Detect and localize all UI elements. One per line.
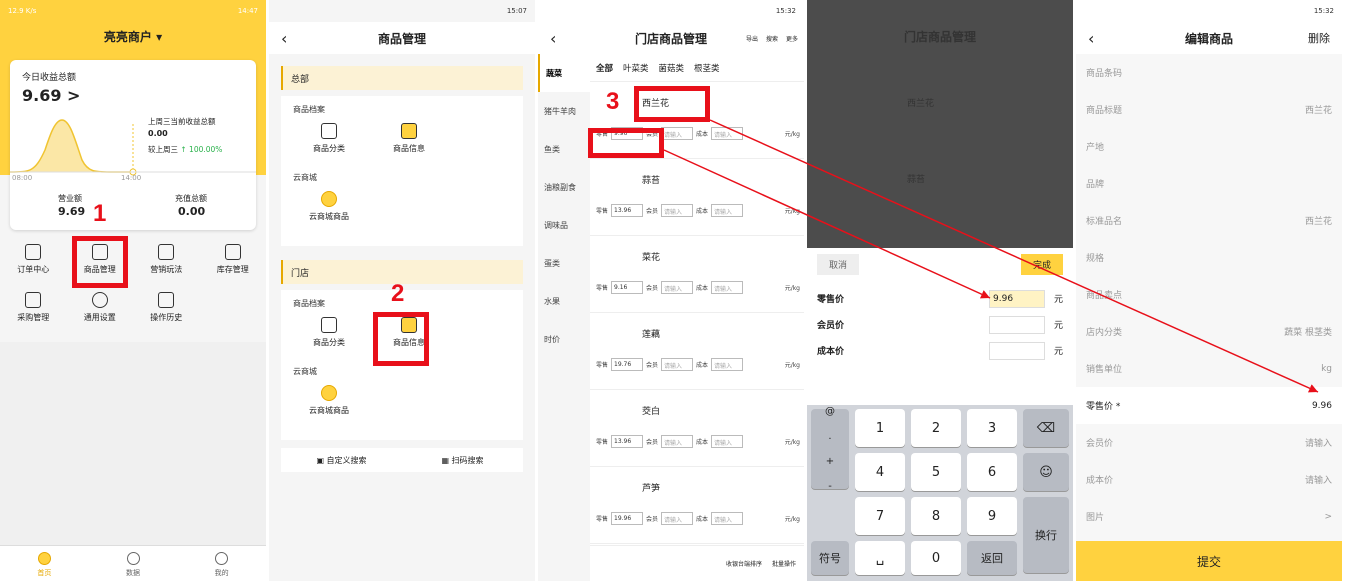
annotation-arrows <box>663 119 1319 393</box>
arrow-name-to-form <box>709 119 1319 393</box>
